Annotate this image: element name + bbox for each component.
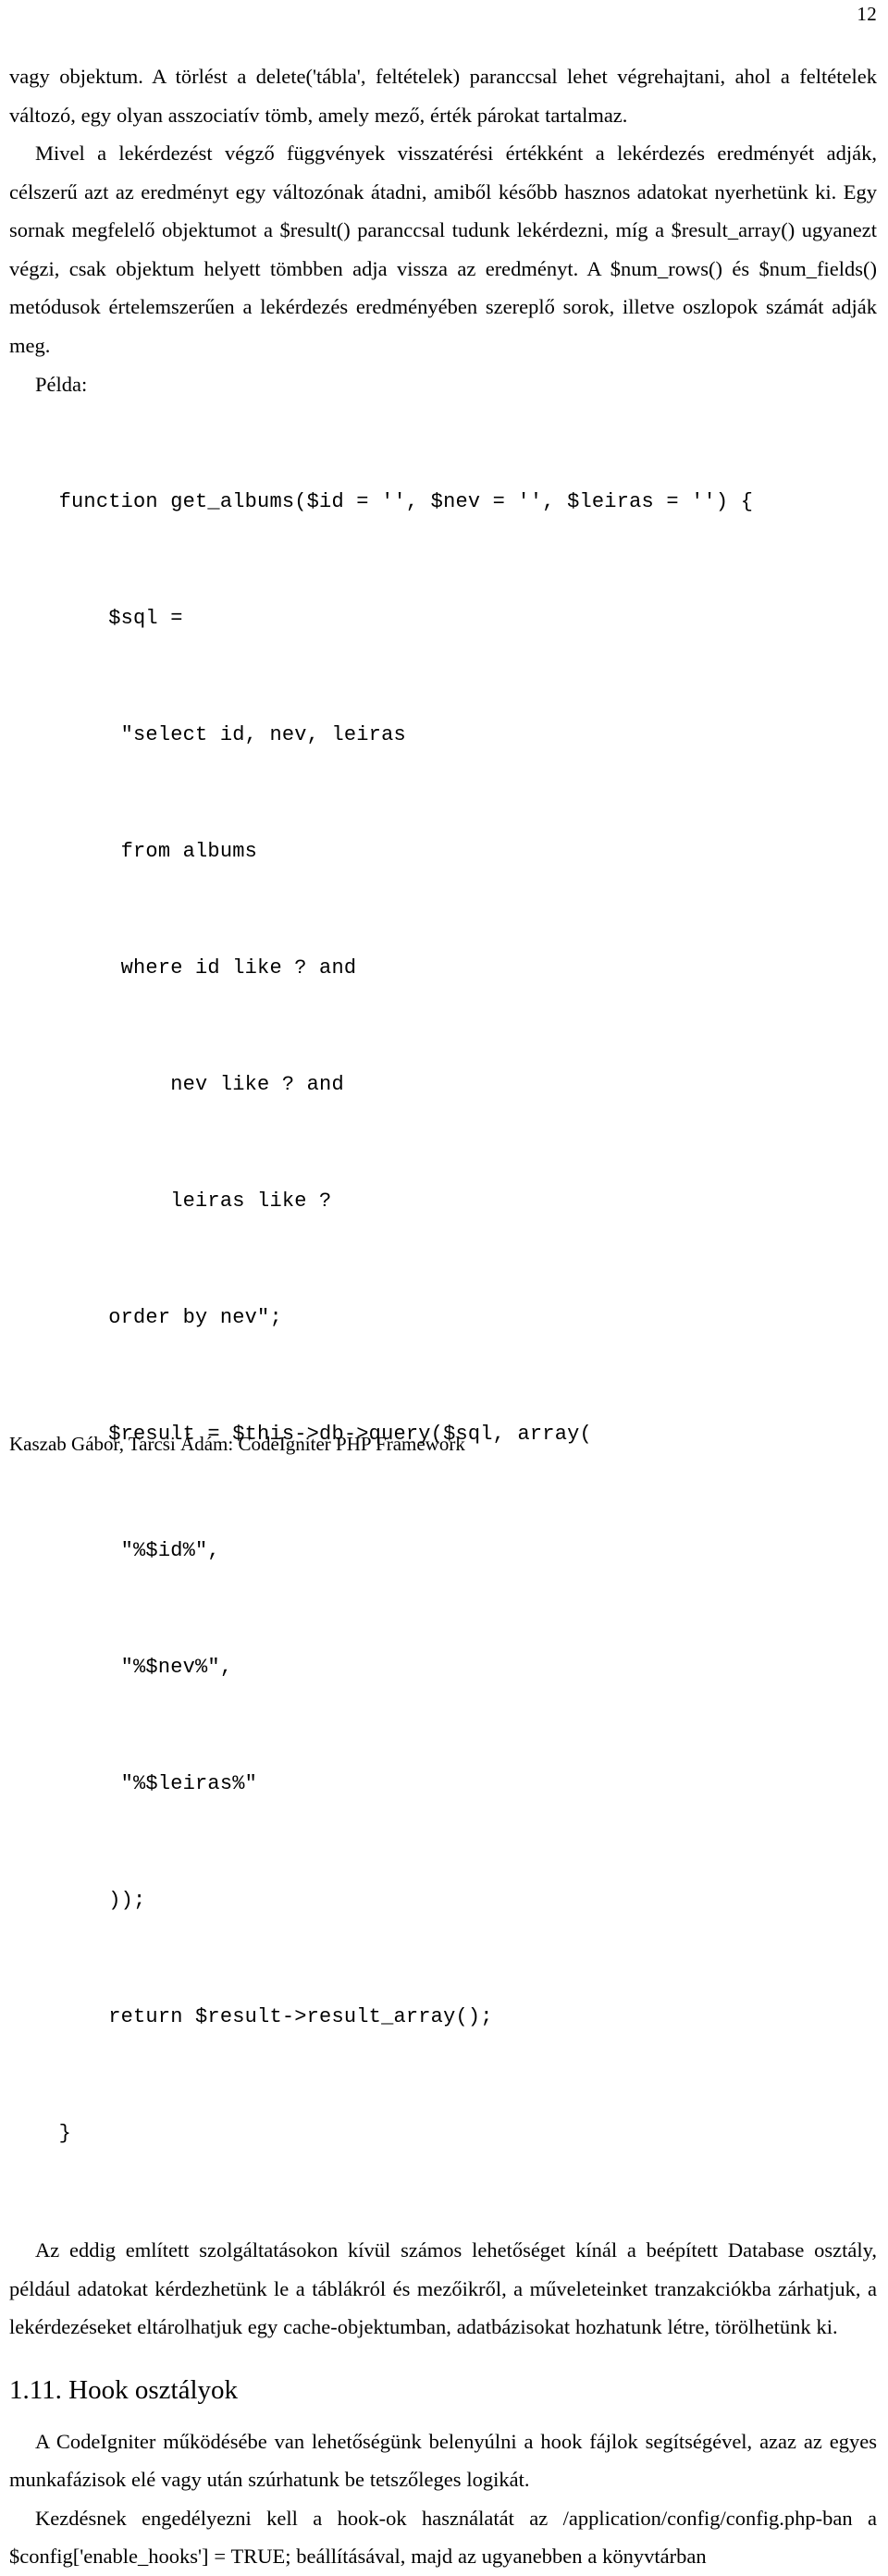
code-line: "%$nev%", (9, 1656, 233, 1679)
code-line: "select id, nev, leiras (9, 723, 406, 746)
paragraph-database-class: Az eddig említett szolgáltatásokon kívül… (9, 2238, 877, 2338)
code-line: return $result->result_array(); (9, 2005, 493, 2028)
code-line: from albums (9, 840, 258, 863)
section-heading-hook-osztalyok: 1.11. Hook osztályok (9, 2374, 239, 2405)
code-line: "%$id%", (9, 1539, 220, 1562)
page-number: 12 (857, 3, 877, 25)
paragraph-continuation: vagy objektum. A törlést a delete('tábla… (9, 65, 877, 127)
code-block: function get_albums($id = '', $nev = '',… (9, 405, 877, 2231)
paragraph-hook-intro: A CodeIgniter működésébe van lehetőségün… (9, 2429, 877, 2492)
code-line: "%$leiras%" (9, 1772, 258, 1795)
code-line: $sql = (9, 607, 183, 630)
code-line: } (9, 2122, 72, 2145)
code-line: leiras like ? (9, 1189, 332, 1213)
page-footer: Kaszab Gábor, Tarcsi Ádám: CodeIgniter P… (9, 1433, 465, 1455)
paragraph-query-results: Mivel a lekérdezést végző függvények vis… (9, 142, 877, 357)
code-line: order by nev"; (9, 1306, 282, 1329)
code-line: where id like ? and (9, 956, 357, 980)
example-label: Példa: (35, 373, 88, 396)
document-page: 12 vagy objektum. A törlést a delete('tá… (0, 0, 888, 2568)
paragraph-hook-config: Kezdésnek engedélyezni kell a hook-ok ha… (9, 2506, 877, 2569)
document-body: vagy objektum. A törlést a delete('tábla… (9, 57, 877, 2576)
code-line: )); (9, 1889, 146, 1912)
code-line: nev like ? and (9, 1073, 344, 1096)
code-line: function get_albums($id = '', $nev = '',… (9, 490, 754, 513)
